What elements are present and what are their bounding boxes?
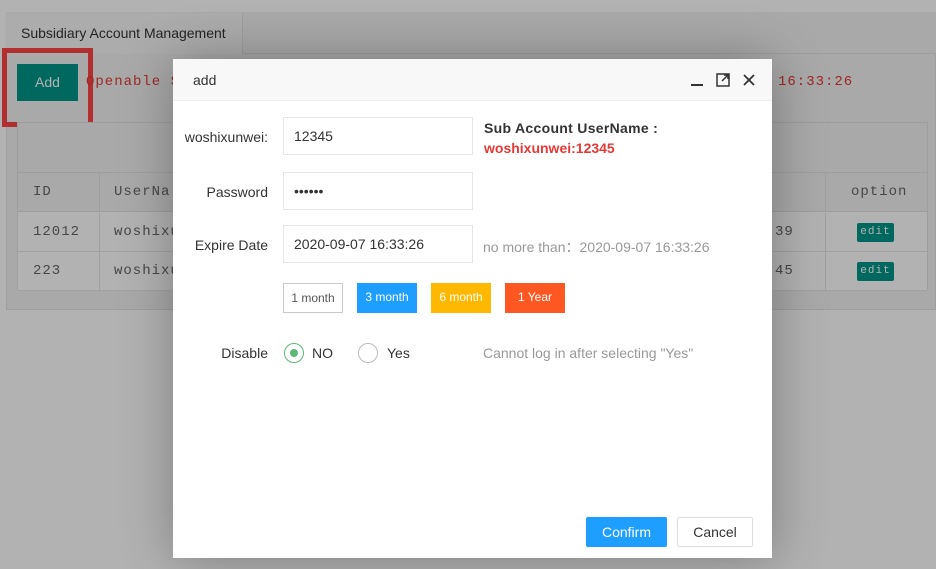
one-month-button[interactable]: 1 month [283, 283, 343, 313]
cancel-button[interactable]: Cancel [677, 517, 753, 547]
three-month-button[interactable]: 3 month [357, 283, 417, 313]
disable-yes-radio[interactable] [358, 343, 378, 363]
minimize-icon[interactable] [688, 71, 706, 89]
six-month-button[interactable]: 6 month [431, 283, 491, 313]
disable-label: Disable [221, 345, 268, 361]
username-label: woshixunwei: [184, 129, 268, 145]
close-icon[interactable] [740, 71, 758, 89]
sub-account-value: woshixunwei:12345 [484, 140, 615, 156]
expire-date-input[interactable]: 2020-09-07 16:33:26 [283, 225, 473, 263]
add-dialog: add woshixunwei: 12345 Sub Account UserN… [173, 59, 772, 558]
disable-no-label[interactable]: NO [312, 345, 333, 361]
one-year-button[interactable]: 1 Year [505, 283, 565, 313]
disable-no-radio[interactable] [284, 343, 304, 363]
disable-hint: Cannot log in after selecting "Yes" [483, 345, 694, 361]
maximize-icon[interactable] [714, 71, 732, 89]
sub-account-title: Sub Account UserName : [484, 120, 659, 136]
dialog-title: add [193, 72, 217, 88]
dialog-header: add [173, 59, 772, 101]
username-input[interactable]: 12345 [283, 117, 473, 155]
expire-date-label: Expire Date [194, 237, 268, 253]
expire-hint: no more than：2020-09-07 16:33:26 [483, 239, 710, 255]
disable-yes-label[interactable]: Yes [387, 345, 410, 361]
password-label: Password [206, 184, 268, 200]
password-input[interactable]: •••••• [283, 172, 473, 210]
confirm-button[interactable]: Confirm [586, 517, 667, 547]
